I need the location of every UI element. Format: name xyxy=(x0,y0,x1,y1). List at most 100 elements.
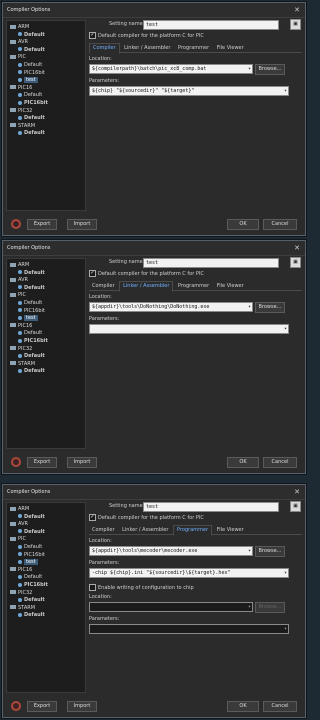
tree-config-item[interactable]: PIC16bit xyxy=(18,552,45,558)
tree-config-item[interactable]: Default xyxy=(18,130,45,136)
tab-compiler[interactable]: Compiler xyxy=(89,526,118,535)
tree-config-item[interactable]: Default xyxy=(18,514,45,520)
tree-config-item[interactable]: test xyxy=(18,77,38,84)
chevron-down-icon[interactable]: ▾ xyxy=(248,65,251,73)
tree-folder[interactable]: PIC xyxy=(10,536,26,542)
tab-compiler[interactable]: Compiler xyxy=(89,282,118,291)
tree-config-item[interactable]: PIC16bit xyxy=(18,582,48,588)
setting-name-input[interactable]: test xyxy=(143,502,279,512)
setting-name-input[interactable]: test xyxy=(143,258,279,268)
tree-config-item[interactable]: test xyxy=(18,315,38,322)
tab-linker[interactable]: Linker / Assembler xyxy=(119,526,171,535)
tree-config-item[interactable]: Default xyxy=(18,285,45,291)
tree-config-item[interactable]: Default xyxy=(18,92,42,98)
default-compiler-checkbox[interactable]: ✓ Default compiler for the platform C for… xyxy=(89,514,204,521)
tree-folder[interactable]: PIC32 xyxy=(10,346,32,352)
tab-file-viewer[interactable]: File Viewer xyxy=(214,44,247,53)
tree-config-item[interactable]: PIC16bit xyxy=(18,308,45,314)
tree-config-item[interactable]: Default xyxy=(18,368,45,374)
tree-config-item[interactable]: Default xyxy=(18,597,45,603)
tab-file-viewer[interactable]: File Viewer xyxy=(214,526,247,535)
chevron-down-icon[interactable]: ▾ xyxy=(284,625,287,633)
tree-folder[interactable]: AVR xyxy=(10,39,28,45)
tab-programmer[interactable]: Programmer xyxy=(175,44,212,53)
export-button[interactable]: Export xyxy=(27,457,57,468)
export-button[interactable]: Export xyxy=(27,701,57,712)
tree-config-item[interactable]: Default xyxy=(18,574,42,580)
tab-compiler[interactable]: Compiler xyxy=(89,43,120,54)
browse-button[interactable]: Browse... xyxy=(255,302,285,313)
default-compiler-checkbox[interactable]: ✓ Default compiler for the platform C for… xyxy=(89,32,204,39)
tree-config-item[interactable]: Default xyxy=(18,544,42,550)
cancel-button[interactable]: Cancel xyxy=(263,219,297,230)
location-input[interactable]: ${appdir}\tools\DoNothing\DoNothing.exe ▾ xyxy=(89,302,253,312)
tab-file-viewer[interactable]: File Viewer xyxy=(214,282,247,291)
tree-config-item[interactable]: Default xyxy=(18,353,45,359)
close-icon[interactable]: ✕ xyxy=(292,487,302,497)
save-icon[interactable]: ▣ xyxy=(290,19,301,30)
ok-button[interactable]: OK xyxy=(227,457,259,468)
import-button[interactable]: Import xyxy=(67,701,97,712)
import-button[interactable]: Import xyxy=(67,457,97,468)
location-input[interactable]: ${compilerpath}\batch\pic_xc8_comp.bat ▾ xyxy=(89,64,253,74)
tree-folder[interactable]: PIC16 xyxy=(10,567,32,573)
browse-button-2[interactable]: Browse... xyxy=(255,602,285,613)
tree-folder[interactable]: ARM xyxy=(10,262,29,268)
chevron-down-icon[interactable]: ▾ xyxy=(284,569,287,577)
browse-button[interactable]: Browse... xyxy=(255,546,285,557)
tab-programmer[interactable]: Programmer xyxy=(173,525,213,536)
tab-linker[interactable]: Linker / Assembler xyxy=(119,281,174,292)
tree-config-item[interactable]: Default xyxy=(18,62,42,68)
parameters-input-2[interactable]: ▾ xyxy=(89,624,289,634)
setting-name-input[interactable]: test xyxy=(143,20,279,30)
tree-folder[interactable]: PIC xyxy=(10,292,26,298)
tree-folder[interactable]: PIC16 xyxy=(10,85,32,91)
tab-programmer[interactable]: Programmer xyxy=(175,282,212,291)
tree-config-item[interactable]: Default xyxy=(18,300,42,306)
compiler-tree[interactable]: ARM Default AVR Default PIC Default PIC16bit te… xyxy=(6,258,86,449)
compiler-tree[interactable]: ARM Default AVR Default PIC Default PIC16bit te… xyxy=(6,502,86,693)
tree-folder[interactable]: PIC xyxy=(10,54,26,60)
tree-config-item[interactable]: PIC16bit xyxy=(18,70,45,76)
tree-config-item[interactable]: Default xyxy=(18,612,45,618)
tree-config-item[interactable]: PIC16bit xyxy=(18,338,48,344)
tree-folder[interactable]: STARM xyxy=(10,605,35,611)
browse-button[interactable]: Browse... xyxy=(255,64,285,75)
cancel-button[interactable]: Cancel xyxy=(263,701,297,712)
parameters-input[interactable]: -chip ${chip}.ini "${sourcedir}\${target… xyxy=(89,568,289,578)
enable-config-checkbox[interactable]: Enable writing of configuration to chip xyxy=(89,584,194,591)
tree-config-item[interactable]: PIC16bit xyxy=(18,100,48,106)
ok-button[interactable]: OK xyxy=(227,219,259,230)
tree-folder[interactable]: PIC32 xyxy=(10,108,32,114)
chevron-down-icon[interactable]: ▾ xyxy=(284,87,287,95)
tree-folder[interactable]: AVR xyxy=(10,277,28,283)
tree-config-item[interactable]: Default xyxy=(18,270,45,276)
compiler-tree[interactable]: ARM Default AVR Default PIC Default PIC16bit te… xyxy=(6,20,86,211)
parameters-input[interactable]: ▾ xyxy=(89,324,289,334)
import-button[interactable]: Import xyxy=(67,219,97,230)
save-icon[interactable]: ▣ xyxy=(290,501,301,512)
save-icon[interactable]: ▣ xyxy=(290,257,301,268)
default-compiler-checkbox[interactable]: ✓ Default compiler for the platform C for… xyxy=(89,270,204,277)
chevron-down-icon[interactable]: ▾ xyxy=(284,325,287,333)
parameters-input[interactable]: ${chip} "${sourcedir}" "${target}" ▾ xyxy=(89,86,289,96)
tree-folder[interactable]: STARM xyxy=(10,123,35,129)
location-input[interactable]: ${appdir}\tools\mecoder\mecoder.exe ▾ xyxy=(89,546,253,556)
tree-folder[interactable]: ARM xyxy=(10,506,29,512)
close-icon[interactable]: ✕ xyxy=(292,5,302,15)
ok-button[interactable]: OK xyxy=(227,701,259,712)
close-icon[interactable]: ✕ xyxy=(292,243,302,253)
tree-config-item[interactable]: Default xyxy=(18,32,45,38)
tree-config-item[interactable]: Default xyxy=(18,330,42,336)
tree-config-item[interactable]: Default xyxy=(18,47,45,53)
chevron-down-icon[interactable]: ▾ xyxy=(248,547,251,555)
export-button[interactable]: Export xyxy=(27,219,57,230)
tree-folder[interactable]: STARM xyxy=(10,361,35,367)
chevron-down-icon[interactable]: ▾ xyxy=(248,603,251,611)
cancel-button[interactable]: Cancel xyxy=(263,457,297,468)
tree-config-item[interactable]: test xyxy=(18,559,38,566)
tree-config-item[interactable]: Default xyxy=(18,529,45,535)
tree-config-item[interactable]: Default xyxy=(18,115,45,121)
tree-folder[interactable]: AVR xyxy=(10,521,28,527)
tree-folder[interactable]: ARM xyxy=(10,24,29,30)
